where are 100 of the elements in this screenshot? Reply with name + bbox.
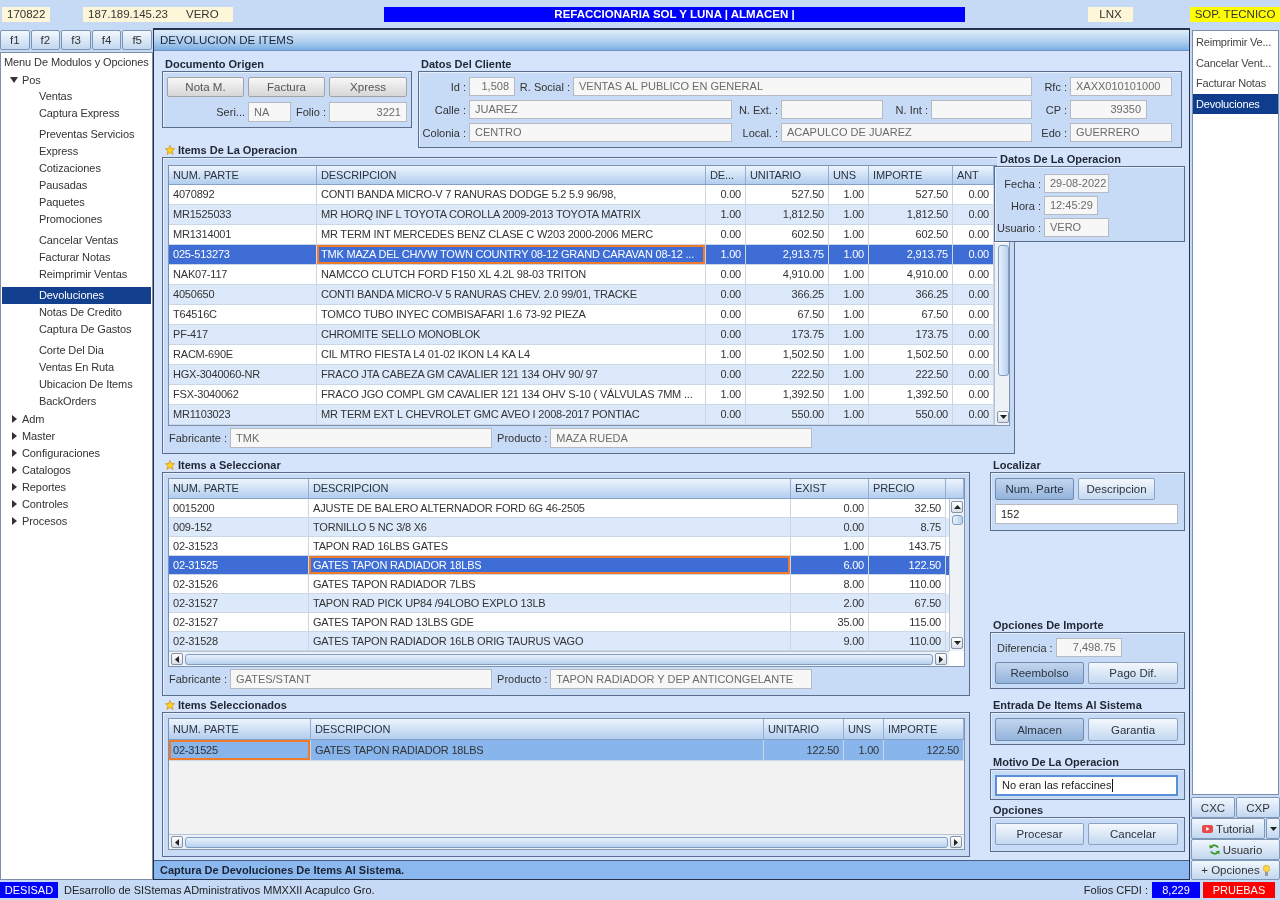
scroll-up-button[interactable] — [951, 501, 963, 513]
toggle-button[interactable]: Almacen — [995, 718, 1084, 741]
text-field[interactable]: GATES/STANT — [230, 669, 493, 689]
text-field[interactable]: 12:45:29 — [1044, 196, 1098, 215]
text-field[interactable]: MAZA RUEDA — [550, 428, 813, 448]
action-button[interactable]: Procesar — [995, 823, 1084, 845]
reason-input-field[interactable]: No eran las refaccines — [995, 775, 1178, 796]
table-row[interactable]: MR1525033 MR HORQ INF L TOYOTA COROLLA 2009-2013 TOYOTA MATRIX 1.00 1,812.50 1.00 1,812.50 0.00 — [169, 205, 994, 225]
tree-item[interactable]: Facturar Notas — [2, 249, 151, 266]
function-key-button[interactable]: f3 — [61, 30, 91, 50]
table-row[interactable]: 4070892 CONTI BANDA MICRO-V 7 RANURAS DODGE 5.2 5.9 96/98, 0.00 527.50 1.00 527.50 0.00 — [169, 185, 994, 205]
scroll-thumb[interactable] — [951, 515, 963, 525]
tutorial-button[interactable]: Tutorial — [1191, 818, 1265, 839]
table-row[interactable]: 009-152 TORNILLO 5 NC 3/8 X6 0.00 8.75 — [169, 518, 949, 537]
tree-node[interactable]: Reportes — [1, 478, 152, 495]
tree-item[interactable]: Cotizaciones — [2, 160, 151, 177]
tree-item[interactable]: Notas De Credito — [2, 304, 151, 321]
tree-item[interactable]: Reimprimir Ventas — [2, 266, 151, 283]
text-field[interactable]: 39350 — [1070, 100, 1147, 119]
tree-node[interactable]: Catalogos — [1, 461, 152, 478]
table-row[interactable]: RACM-690E CIL MTRO FIESTA L4 01-02 IKON L4 KA L4 1.00 1,502.50 1.00 1,502.50 0.00 — [169, 345, 994, 365]
tree-item[interactable]: Express — [2, 143, 151, 160]
shortcut-item[interactable]: Facturar Notas — [1193, 73, 1278, 94]
text-field[interactable]: NA — [248, 102, 291, 122]
function-key-button[interactable]: f5 — [122, 30, 152, 50]
function-key-button[interactable]: f1 — [0, 30, 30, 50]
document-type-button[interactable]: Nota M. — [167, 77, 244, 97]
scrollbar-track[interactable] — [949, 499, 964, 651]
tree-item[interactable]: Ventas — [2, 88, 151, 105]
tree-item[interactable]: Paquetes — [2, 194, 151, 211]
table-row[interactable]: T64516C TOMCO TUBO INYEC COMBISAFARI 1.6 73-92 PIEZA 0.00 67.50 1.00 67.50 0.00 — [169, 305, 994, 325]
toggle-button[interactable]: Reembolso — [995, 662, 1084, 684]
table-row[interactable]: 02-31525 GATES TAPON RADIADOR 18LBS 122.50 1.00 122.50 — [169, 740, 964, 761]
document-type-button[interactable]: Factura — [248, 77, 325, 97]
text-field[interactable]: XAXX010101000 — [1070, 77, 1172, 96]
scroll-thumb[interactable] — [185, 836, 948, 848]
shortcut-item[interactable]: Reimprimir Ve... — [1193, 32, 1278, 53]
scrollbar-track[interactable] — [169, 834, 964, 849]
tree-item[interactable]: Captura De Gastos — [2, 321, 151, 338]
toggle-button[interactable]: Pago Dif. — [1088, 662, 1178, 684]
tree-node[interactable]: Master — [1, 427, 152, 444]
text-field[interactable]: 7,498.75 — [1055, 638, 1122, 657]
tree-node[interactable]: Adm — [1, 410, 152, 427]
tree-node[interactable]: Procesos — [1, 512, 152, 529]
text-field[interactable]: CENTRO — [469, 123, 732, 142]
search-field[interactable]: 152 — [995, 504, 1178, 524]
user-button[interactable]: Usuario — [1191, 839, 1280, 860]
scroll-down-button[interactable] — [997, 411, 1009, 423]
tree-item[interactable]: Pausadas — [2, 177, 151, 194]
tree-node[interactable]: Controles — [1, 495, 152, 512]
scroll-thumb[interactable] — [997, 245, 1009, 376]
table-row[interactable]: MR1314001 MR TERM INT MERCEDES BENZ CLASE C W203 2000-2006 MERC 0.00 602.50 1.00 602.50 0.00 — [169, 225, 994, 245]
scrollbar-track[interactable] — [169, 651, 949, 666]
table-row[interactable]: PF-417 CHROMITE SELLO MONOBLOK 0.00 173.75 1.00 173.75 0.00 — [169, 325, 994, 345]
tree-item[interactable]: Devoluciones — [2, 287, 151, 304]
tree-node[interactable]: Pos — [1, 71, 152, 88]
text-field[interactable] — [931, 100, 1032, 119]
table-row[interactable]: 0015200 AJUSTE DE BALERO ALTERNADOR FORD 6G 46-2505 0.00 32.50 — [169, 499, 949, 518]
dropdown-button[interactable] — [1266, 818, 1280, 839]
text-field[interactable]: TMK — [230, 428, 493, 448]
scrollbar-track[interactable] — [994, 243, 1009, 425]
function-key-button[interactable]: f2 — [30, 30, 61, 50]
toggle-button[interactable]: Garantia — [1088, 718, 1178, 741]
table-row[interactable]: HGX-3040060-NR FRACO JTA CABEZA GM CAVALIER 121 134 OHV 90/ 97 0.00 222.50 1.00 222.50 0.00 — [169, 365, 994, 385]
table-row[interactable]: 02-31525 GATES TAPON RADIADOR 18LBS 6.00 122.50 — [169, 556, 949, 575]
text-field[interactable]: 29-08-2022 — [1044, 174, 1109, 193]
text-field[interactable]: TAPON RADIADOR Y DEP ANTICONGELANTE — [550, 669, 813, 689]
text-field[interactable]: ACAPULCO DE JUAREZ — [781, 123, 1032, 142]
shortcut-item[interactable]: Devoluciones — [1193, 93, 1278, 114]
scroll-right-button[interactable] — [935, 653, 947, 665]
table-row[interactable]: 02-31523 TAPON RAD 16LBS GATES 1.00 143.75 — [169, 537, 949, 556]
action-button[interactable]: Cancelar — [1088, 823, 1178, 845]
toggle-button[interactable]: Descripcion — [1078, 478, 1155, 500]
tree-item[interactable]: Corte Del Dia — [2, 342, 151, 359]
table-row[interactable]: 02-31526 GATES TAPON RADIADOR 7LBS 8.00 110.00 — [169, 575, 949, 594]
shortcut-item[interactable]: Cancelar Vent... — [1193, 52, 1278, 73]
scroll-thumb[interactable] — [185, 653, 933, 665]
table-row[interactable]: 02-31527 TAPON RAD PICK UP84 /94LOBO EXPLO 13LB 2.00 67.50 — [169, 594, 949, 613]
tree-item[interactable]: Cancelar Ventas — [2, 232, 151, 249]
text-field[interactable]: 1,508 — [469, 77, 515, 96]
table-row[interactable]: 02-31528 GATES TAPON RADIADOR 16LB ORIG TAURUS VAGO 9.00 110.00 — [169, 632, 949, 651]
tree-node[interactable]: Configuraciones — [1, 444, 152, 461]
tree-item[interactable]: BackOrders — [2, 393, 151, 410]
table-row[interactable]: NAK07-117 NAMCCO CLUTCH FORD F150 XL 4.2L 98-03 TRITON 0.00 4,910.00 1.00 4,910.00 0.00 — [169, 265, 994, 285]
more-options-button[interactable]: + Opciones — [1191, 860, 1280, 880]
text-field[interactable] — [781, 100, 883, 119]
tree-item[interactable]: Promociones — [2, 211, 151, 228]
scroll-left-button[interactable] — [171, 653, 183, 665]
account-button[interactable]: CXP — [1236, 797, 1280, 818]
table-row[interactable]: 02-31527 GATES TAPON RAD 13LBS GDE 35.00 115.00 — [169, 613, 949, 632]
table-row[interactable]: MR1103023 MR TERM EXT L CHEVROLET GMC AVEO I 2008-2017 PONTIAC 0.00 550.00 1.00 550.00 0.00 — [169, 405, 994, 425]
scroll-left-button[interactable] — [171, 836, 183, 848]
table-row[interactable]: 025-513273 TMK MAZA DEL CH/VW TOWN COUNTRY 08-12 GRAND CARAVAN 08-12 ... 1.00 2,913.75 1.00 2,913.75 0.00 — [169, 245, 994, 265]
function-key-button[interactable]: f4 — [91, 30, 122, 50]
text-field[interactable]: GUERRERO — [1070, 123, 1172, 142]
scroll-down-button[interactable] — [951, 637, 963, 649]
table-row[interactable]: 4050650 CONTI BANDA MICRO-V 5 RANURAS CHEV. 2.0 99/01, TRACKE 0.00 366.25 1.00 366.25 0.00 — [169, 285, 994, 305]
toggle-button[interactable]: Num. Parte — [995, 478, 1074, 500]
tree-item[interactable]: Ventas En Ruta — [2, 359, 151, 376]
text-field[interactable]: VENTAS AL PUBLICO EN GENERAL — [573, 77, 1032, 96]
